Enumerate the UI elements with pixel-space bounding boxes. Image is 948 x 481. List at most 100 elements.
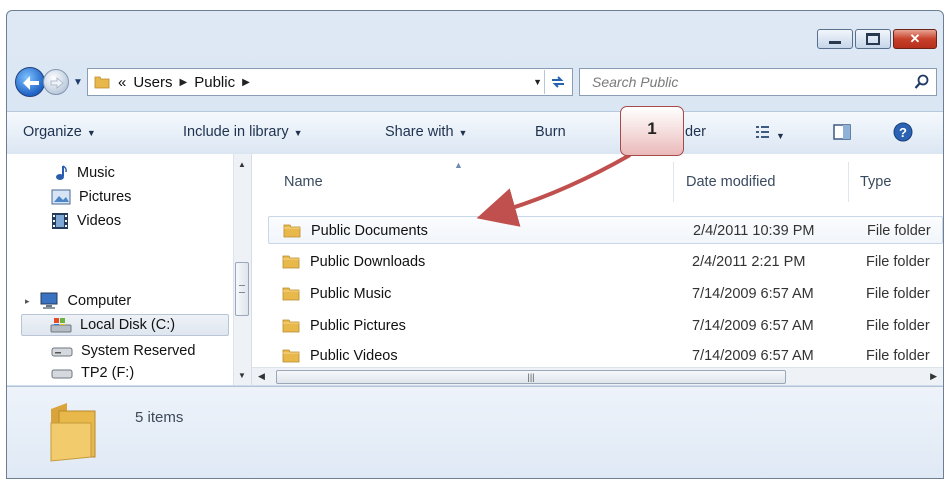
minimize-icon	[829, 40, 841, 44]
breadcrumb-separator-icon[interactable]: ▶	[180, 77, 188, 88]
nav-item-label: System Reserved	[81, 343, 196, 359]
breadcrumb-users[interactable]: Users	[133, 74, 172, 91]
preview-pane-button[interactable]	[833, 123, 851, 145]
file-date: 7/14/2009 6:57 AM	[692, 348, 814, 364]
breadcrumb-public[interactable]: Public	[194, 74, 235, 91]
drive-icon	[51, 369, 73, 379]
search-icon[interactable]	[914, 74, 930, 90]
organize-menu[interactable]: Organize ▼	[23, 124, 96, 140]
file-row[interactable]: Public Videos 7/14/2009 6:57 AM File fol…	[268, 342, 943, 370]
file-row[interactable]: Public Documents 2/4/2011 10:39 PM File …	[268, 216, 943, 244]
minimize-button[interactable]	[817, 29, 853, 49]
breadcrumb: « Users ▶ Public ▶	[118, 74, 250, 91]
burn-label: Burn	[535, 124, 566, 140]
share-with-label: Share with	[385, 124, 454, 140]
new-folder-button[interactable]: der	[685, 124, 706, 140]
scroll-left-icon[interactable]: ◀	[258, 371, 265, 382]
scrollbar-thumb[interactable]	[235, 262, 249, 316]
back-button[interactable]	[15, 67, 45, 97]
file-row[interactable]: Public Downloads 2/4/2011 2:21 PM File f…	[268, 248, 943, 276]
videos-icon	[52, 213, 68, 229]
nav-item-label: Local Disk (C:)	[80, 317, 176, 333]
file-date: 7/14/2009 6:57 AM	[692, 286, 814, 302]
expand-arrow-icon[interactable]: ▸	[25, 296, 30, 307]
file-name: Public Documents	[311, 223, 428, 239]
content-area: Music Pictures Videos ▸ Computer Local D…	[7, 154, 943, 385]
file-type: File folder	[866, 348, 930, 364]
folder-icon	[282, 319, 300, 333]
nav-item-computer[interactable]: ▸ Computer	[25, 290, 131, 312]
nav-item-local-disk[interactable]: Local Disk (C:)	[21, 314, 229, 336]
nav-item-label: TP2 (F:)	[81, 365, 135, 381]
address-bar[interactable]: « Users ▶ Public ▶ ▼	[87, 68, 573, 96]
pictures-icon	[51, 189, 71, 205]
share-with-menu[interactable]: Share with ▼	[385, 124, 467, 140]
column-divider[interactable]	[673, 162, 674, 202]
column-header-date-modified[interactable]: Date modified	[686, 174, 775, 190]
file-type: File folder	[866, 254, 930, 270]
view-list-icon	[756, 126, 769, 138]
nav-item-videos[interactable]: Videos	[51, 210, 121, 232]
search-placeholder[interactable]: Search Public	[592, 74, 678, 90]
file-date: 2/4/2011 2:21 PM	[692, 254, 806, 270]
close-icon: ✕	[909, 31, 921, 46]
file-type: File folder	[866, 318, 930, 334]
nav-item-label: Computer	[67, 293, 132, 309]
include-in-library-label: Include in library	[183, 124, 289, 140]
close-button[interactable]: ✕	[893, 29, 937, 49]
organize-label: Organize	[23, 124, 82, 140]
horizontal-scrollbar[interactable]: ◀ ||| ▶	[252, 367, 943, 385]
back-arrow-icon	[23, 76, 39, 90]
computer-icon	[40, 292, 58, 309]
command-bar: Organize ▼ Include in library ▼ Share with…	[7, 111, 943, 155]
breadcrumb-separator-icon[interactable]: ▶	[242, 77, 250, 88]
file-name: Public Music	[310, 286, 392, 302]
search-box[interactable]: Search Public	[579, 68, 937, 96]
file-row[interactable]: Public Pictures 7/14/2009 6:57 AM File f…	[268, 312, 943, 340]
column-divider[interactable]	[848, 162, 849, 202]
scrollbar-thumb[interactable]: |||	[276, 370, 786, 384]
scroll-up-icon[interactable]: ▲	[238, 160, 246, 169]
forward-arrow-icon	[50, 77, 64, 89]
nav-pane-scrollbar[interactable]: ▲ ▼	[233, 154, 251, 385]
nav-item-label: Pictures	[79, 189, 132, 205]
chevron-down-icon: ▼	[776, 131, 785, 141]
help-button[interactable]: ?	[893, 122, 913, 146]
maximize-icon	[866, 33, 880, 45]
column-header-name[interactable]: Name	[284, 174, 323, 190]
include-in-library-menu[interactable]: Include in library ▼	[183, 124, 303, 140]
forward-button[interactable]	[43, 69, 69, 95]
nav-item-tp2[interactable]: TP2 (F:)	[51, 362, 134, 384]
preview-pane-icon	[833, 124, 851, 140]
burn-button[interactable]: Burn	[535, 124, 566, 140]
breadcrumb-overflow[interactable]: «	[118, 74, 126, 91]
column-header-type[interactable]: Type	[860, 174, 891, 190]
chevron-down-icon: ▼	[293, 128, 303, 138]
drive-icon	[51, 347, 73, 357]
nav-item-music[interactable]: Music	[51, 162, 115, 184]
file-type: File folder	[867, 223, 931, 239]
change-view-button[interactable]: ▼	[755, 125, 785, 143]
nav-item-pictures[interactable]: Pictures	[51, 186, 131, 208]
folder-large-icon	[50, 403, 96, 462]
file-row[interactable]: Public Music 7/14/2009 6:57 AM File fold…	[268, 280, 943, 308]
refresh-button[interactable]	[544, 70, 571, 94]
scroll-down-icon[interactable]: ▼	[238, 371, 246, 380]
scroll-right-icon[interactable]: ▶	[930, 371, 937, 382]
file-date: 7/14/2009 6:57 AM	[692, 318, 814, 334]
maximize-button[interactable]	[855, 29, 891, 49]
chevron-down-icon: ▼	[86, 128, 96, 138]
navigation-bar: ▼ « Users ▶ Public ▶ ▼ Search Public	[13, 63, 937, 99]
address-dropdown-icon[interactable]: ▼	[533, 77, 542, 87]
refresh-icon	[552, 76, 564, 88]
new-folder-label: der	[685, 124, 706, 140]
nav-item-label: Videos	[77, 213, 122, 229]
file-type: File folder	[866, 286, 930, 302]
folder-icon	[282, 349, 300, 363]
file-name: Public Downloads	[310, 254, 426, 270]
help-icon: ?	[893, 122, 913, 142]
folder-icon	[282, 255, 300, 269]
nav-item-system-reserved[interactable]: System Reserved	[51, 340, 195, 362]
callout-label: 1	[620, 106, 684, 156]
recent-pages-dropdown-icon[interactable]: ▼	[73, 77, 83, 88]
